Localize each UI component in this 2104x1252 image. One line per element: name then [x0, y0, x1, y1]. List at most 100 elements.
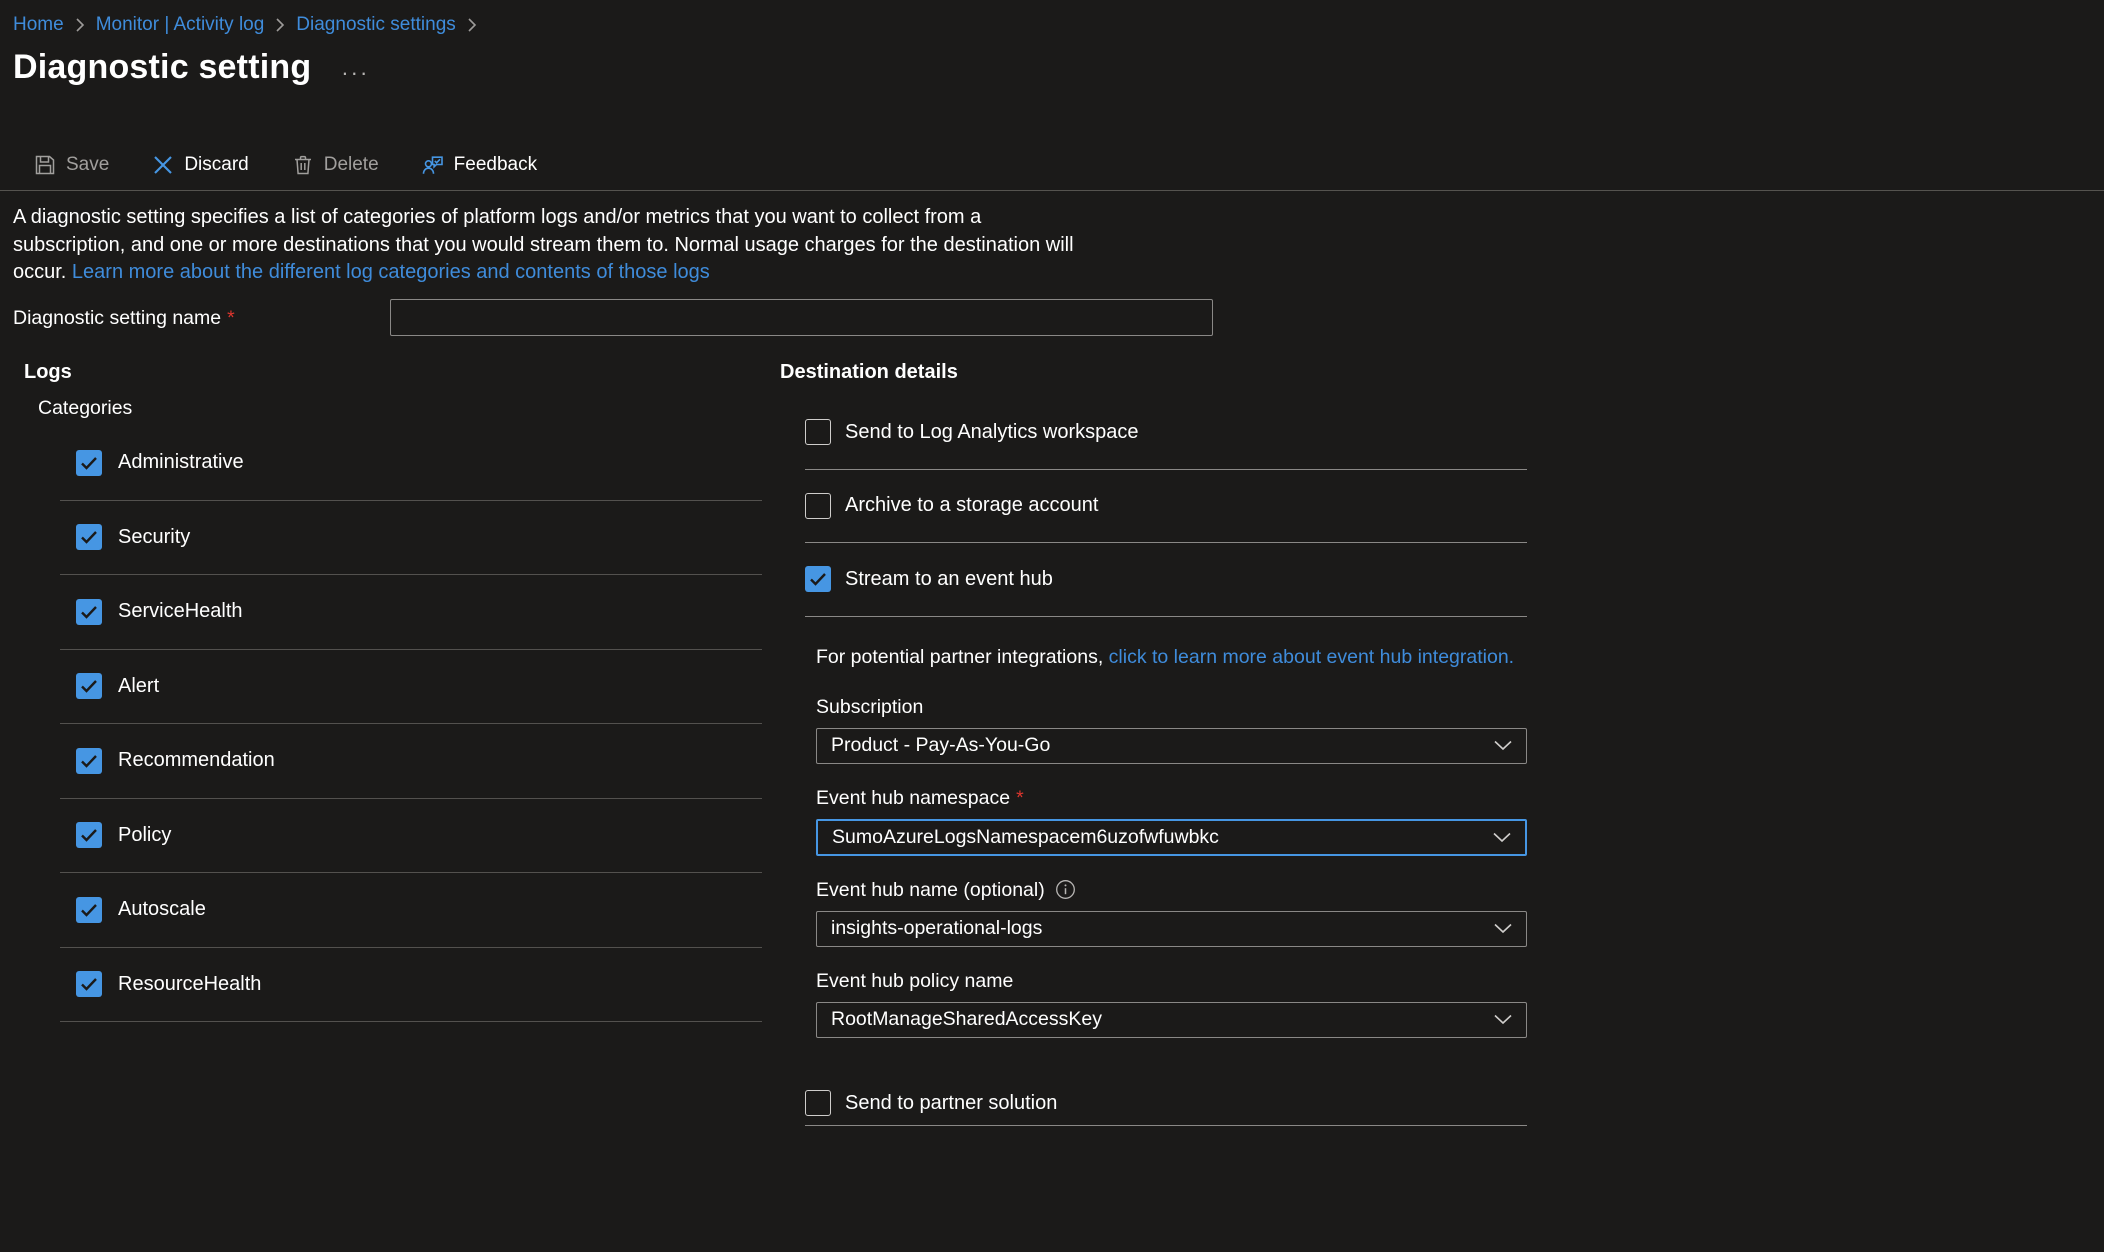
breadcrumb-home[interactable]: Home — [13, 14, 64, 36]
category-row-autoscale: Autoscale — [60, 873, 762, 948]
intro-text: A diagnostic setting specifies a list of… — [13, 204, 1074, 287]
partner-integration-note: For potential partner integrations, clic… — [816, 645, 1540, 669]
partner-note-prefix: For potential partner integrations, — [816, 646, 1103, 668]
event-hub-policy-value: RootManageSharedAccessKey — [831, 1008, 1102, 1031]
subscription-label-text: Subscription — [816, 695, 923, 719]
checkmark-icon — [805, 566, 831, 592]
chevron-right-icon — [275, 17, 285, 33]
category-label: ResourceHealth — [118, 973, 261, 996]
checkmark-icon — [76, 673, 102, 699]
required-asterisk: * — [1016, 786, 1024, 810]
destination-details-section: Destination details Send to Log Analytic… — [780, 360, 1540, 1126]
category-row-servicehealth: ServiceHealth — [60, 575, 762, 650]
learn-more-link[interactable]: Learn more about the different log categ… — [72, 261, 710, 283]
trash-icon — [291, 153, 315, 177]
category-checkbox-recommendation[interactable] — [76, 748, 102, 774]
event-hub-name-dropdown[interactable]: insights-operational-logs — [816, 911, 1527, 947]
event-hub-checkbox[interactable] — [805, 566, 831, 592]
diagnostic-setting-name-label: Diagnostic setting name * — [13, 300, 235, 337]
option-label: Archive to a storage account — [845, 494, 1098, 517]
feedback-button[interactable]: Feedback — [415, 149, 543, 181]
discard-x-icon — [151, 153, 175, 177]
intro-line-3-prefix: occur. — [13, 261, 66, 283]
option-label: Stream to an event hub — [845, 568, 1053, 591]
event-hub-integration-link[interactable]: click to learn more about event hub inte… — [1109, 646, 1514, 668]
discard-button[interactable]: Discard — [145, 149, 254, 181]
page-title: Diagnostic setting — [13, 48, 311, 87]
category-row-alert: Alert — [60, 650, 762, 725]
category-row-policy: Policy — [60, 799, 762, 874]
category-label: Alert — [118, 675, 159, 698]
event-hub-namespace-value: SumoAzureLogsNamespacem6uzofwfuwbkc — [832, 826, 1219, 849]
event-hub-namespace-dropdown[interactable]: SumoAzureLogsNamespacem6uzofwfuwbkc — [816, 819, 1527, 856]
discard-button-label: Discard — [184, 154, 248, 176]
category-row-resourcehealth: ResourceHealth — [60, 948, 762, 1023]
toolbar-divider — [0, 190, 2104, 191]
category-label: Autoscale — [118, 898, 206, 921]
category-row-recommendation: Recommendation — [60, 724, 762, 799]
category-checkbox-administrative[interactable] — [76, 450, 102, 476]
destination-details-heading: Destination details — [780, 360, 1540, 384]
partner-solution-checkbox[interactable] — [805, 1090, 831, 1116]
chevron-down-icon — [1494, 923, 1512, 934]
event-hub-policy-dropdown[interactable]: RootManageSharedAccessKey — [816, 1002, 1527, 1038]
option-row-storage-account: Archive to a storage account — [805, 470, 1527, 544]
log-analytics-checkbox[interactable] — [805, 419, 831, 445]
chevron-down-icon — [1493, 832, 1511, 843]
subscription-value: Product - Pay-As-You-Go — [831, 734, 1050, 757]
subscription-dropdown[interactable]: Product - Pay-As-You-Go — [816, 728, 1527, 764]
option-label: Send to partner solution — [845, 1092, 1057, 1115]
categories-label: Categories — [38, 396, 764, 420]
breadcrumb-monitor-activity-log[interactable]: Monitor | Activity log — [96, 14, 265, 36]
intro-line-3: occur. Learn more about the different lo… — [13, 259, 1074, 287]
intro-line-2: subscription, and one or more destinatio… — [13, 232, 1074, 260]
save-button-label: Save — [66, 154, 109, 176]
checkmark-icon — [76, 748, 102, 774]
categories-list: Administrative Security ServiceHealth Al… — [60, 426, 764, 1022]
checkmark-icon — [76, 524, 102, 550]
checkmark-icon — [76, 450, 102, 476]
category-label: Policy — [118, 824, 171, 847]
event-hub-policy-label-text: Event hub policy name — [816, 969, 1013, 993]
category-row-security: Security — [60, 501, 762, 576]
info-icon[interactable] — [1055, 879, 1076, 900]
breadcrumb-diagnostic-settings[interactable]: Diagnostic settings — [296, 14, 455, 36]
more-options-button[interactable]: ··· — [341, 60, 369, 86]
event-hub-name-label: Event hub name (optional) — [816, 878, 1540, 902]
feedback-button-label: Feedback — [454, 154, 537, 176]
category-checkbox-resourcehealth[interactable] — [76, 971, 102, 997]
event-hub-namespace-label-text: Event hub namespace — [816, 786, 1010, 810]
category-label: Administrative — [118, 451, 244, 474]
category-checkbox-alert[interactable] — [76, 673, 102, 699]
event-hub-name-field: Event hub name (optional) insights-opera… — [816, 878, 1540, 947]
diagnostic-setting-name-input[interactable] — [390, 299, 1213, 336]
category-checkbox-policy[interactable] — [76, 822, 102, 848]
required-asterisk: * — [227, 307, 235, 330]
category-checkbox-security[interactable] — [76, 524, 102, 550]
save-button[interactable]: Save — [27, 149, 115, 181]
chevron-right-icon — [467, 17, 477, 33]
subscription-field: Subscription Product - Pay-As-You-Go — [816, 695, 1540, 764]
option-label: Send to Log Analytics workspace — [845, 421, 1139, 444]
save-icon — [33, 153, 57, 177]
breadcrumb: Home Monitor | Activity log Diagnostic s… — [13, 14, 488, 36]
category-checkbox-servicehealth[interactable] — [76, 599, 102, 625]
destination-options: Send to Log Analytics workspace Archive … — [805, 396, 1540, 617]
logs-heading: Logs — [24, 360, 764, 384]
intro-line-1: A diagnostic setting specifies a list of… — [13, 204, 1074, 232]
category-row-administrative: Administrative — [60, 426, 762, 501]
checkmark-icon — [76, 971, 102, 997]
checkmark-icon — [76, 897, 102, 923]
category-label: ServiceHealth — [118, 600, 243, 623]
category-checkbox-autoscale[interactable] — [76, 897, 102, 923]
option-row-log-analytics: Send to Log Analytics workspace — [805, 396, 1527, 470]
checkmark-icon — [76, 599, 102, 625]
event-hub-policy-label: Event hub policy name — [816, 969, 1540, 993]
event-hub-policy-field: Event hub policy name RootManageSharedAc… — [816, 969, 1540, 1038]
category-label: Recommendation — [118, 749, 275, 772]
storage-account-checkbox[interactable] — [805, 493, 831, 519]
option-row-event-hub: Stream to an event hub — [805, 543, 1527, 617]
delete-button[interactable]: Delete — [285, 149, 385, 181]
chevron-down-icon — [1494, 740, 1512, 751]
event-hub-namespace-field: Event hub namespace * SumoAzureLogsNames… — [816, 786, 1540, 856]
